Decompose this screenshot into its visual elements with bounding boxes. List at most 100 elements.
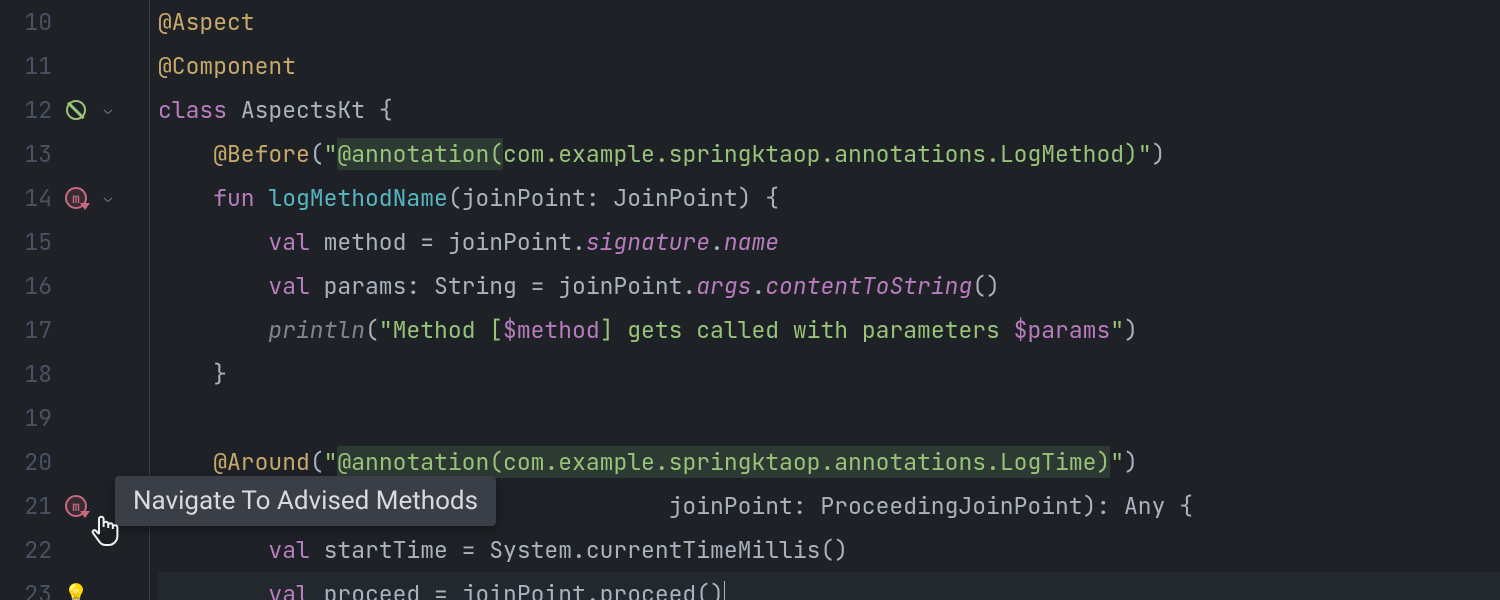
token-punc: (joinPoint: JoinPoint) { bbox=[448, 183, 779, 213]
token-key: val bbox=[268, 227, 323, 257]
line-number: 13 bbox=[0, 139, 60, 169]
line-number: 19 bbox=[0, 403, 60, 433]
token-str: com.example.springktaop.annotations.LogM… bbox=[503, 139, 1152, 169]
token-key: val bbox=[268, 579, 323, 600]
token-prop: name bbox=[724, 227, 779, 257]
gutter-row: 19 bbox=[0, 396, 149, 440]
navigate-advised-methods-tooltip: Navigate To Advised Methods bbox=[115, 476, 496, 526]
line-number: 12 bbox=[0, 95, 60, 125]
code-line[interactable] bbox=[158, 396, 1500, 440]
token-punc: = joinPoint.proceed() bbox=[434, 579, 724, 600]
token-pad bbox=[158, 579, 268, 600]
code-line[interactable]: fun logMethodName(joinPoint: JoinPoint) … bbox=[158, 176, 1500, 220]
token-pad bbox=[158, 271, 268, 301]
token-prop: signature bbox=[586, 227, 710, 257]
token-ann: @Before bbox=[213, 139, 310, 169]
token-type: proceed bbox=[324, 579, 434, 600]
token-punc: . bbox=[710, 227, 724, 257]
line-number: 21 bbox=[0, 491, 60, 521]
token-type: params bbox=[324, 271, 407, 301]
token-pad bbox=[158, 359, 213, 389]
token-punc: ( bbox=[310, 139, 324, 169]
token-punc: ) bbox=[1124, 315, 1138, 345]
gutter-row: 15 bbox=[0, 220, 149, 264]
code-line[interactable]: } bbox=[158, 352, 1500, 396]
token-punc: () bbox=[972, 271, 1000, 301]
aop-advice-gutter-icon[interactable]: m bbox=[60, 495, 92, 517]
gutter-row: 18 bbox=[0, 352, 149, 396]
token-ann: @Around bbox=[213, 447, 310, 477]
token-key: val bbox=[268, 535, 323, 565]
token-str: "Method [ bbox=[379, 315, 503, 345]
token-println: println bbox=[268, 315, 365, 345]
token-punc: ( bbox=[310, 447, 324, 477]
code-line[interactable]: @Aspect bbox=[158, 0, 1500, 44]
line-number: 22 bbox=[0, 535, 60, 565]
token-punc: ) bbox=[1124, 447, 1138, 477]
class-gutter-icon[interactable] bbox=[60, 100, 92, 120]
token-key: fun bbox=[213, 183, 268, 213]
token-str: " bbox=[1110, 315, 1124, 345]
token-punc: joinPoint: ProceedingJoinPoint): Any { bbox=[669, 491, 1193, 521]
token-type: AspectsKt bbox=[241, 95, 379, 125]
gutter-row: 11 bbox=[0, 44, 149, 88]
token-type: startTime bbox=[324, 535, 462, 565]
code-line[interactable]: class AspectsKt { bbox=[158, 88, 1500, 132]
line-number: 15 bbox=[0, 227, 60, 257]
line-number: 16 bbox=[0, 271, 60, 301]
token-punc: ) bbox=[1152, 139, 1166, 169]
token-name: logMethodName bbox=[268, 183, 447, 213]
token-strh: @annotation( bbox=[337, 446, 503, 478]
token-pad bbox=[158, 183, 213, 213]
text-caret bbox=[724, 581, 726, 600]
token-str: ] gets called with parameters bbox=[600, 315, 1014, 345]
token-punc: { bbox=[379, 95, 393, 125]
token-tmpl: $params bbox=[1014, 315, 1111, 345]
token-punc: } bbox=[213, 359, 227, 389]
gutter-row: 16 bbox=[0, 264, 149, 308]
aop-advice-gutter-icon[interactable]: m bbox=[60, 187, 92, 209]
code-line[interactable]: println("Method [$method] gets called wi… bbox=[158, 308, 1500, 352]
token-punc: ( bbox=[365, 315, 379, 345]
token-punc: = System.currentTimeMillis() bbox=[462, 535, 848, 565]
line-number: 10 bbox=[0, 7, 60, 37]
gutter-row: 12 ⌄ bbox=[0, 88, 149, 132]
intention-bulb-icon[interactable]: 💡 bbox=[60, 581, 92, 600]
token-punc: = joinPoint. bbox=[420, 227, 586, 257]
token-pad bbox=[158, 315, 268, 345]
code-line[interactable]: val startTime = System.currentTimeMillis… bbox=[158, 528, 1500, 572]
token-pad bbox=[158, 535, 268, 565]
token-pad bbox=[158, 139, 213, 169]
line-number: 20 bbox=[0, 447, 60, 477]
token-prop: args bbox=[696, 271, 751, 301]
token-str: " bbox=[1110, 447, 1124, 477]
gutter-row: 23💡 bbox=[0, 572, 149, 600]
token-str: " bbox=[324, 139, 338, 169]
token-key: val bbox=[268, 271, 323, 301]
gutter-row: 13 bbox=[0, 132, 149, 176]
gutter-row: 22 bbox=[0, 528, 149, 572]
code-line[interactable]: val method = joinPoint.signature.name bbox=[158, 220, 1500, 264]
token-strh: @annotation( bbox=[337, 138, 503, 170]
token-pad bbox=[158, 447, 213, 477]
line-number: 11 bbox=[0, 51, 60, 81]
code-line[interactable]: val params: String = joinPoint.args.cont… bbox=[158, 264, 1500, 308]
gutter-row: 14m⌄ bbox=[0, 176, 149, 220]
code-line[interactable]: @Before("@annotation(com.example.springk… bbox=[158, 132, 1500, 176]
token-str: " bbox=[324, 447, 338, 477]
token-strh2: com.example.springktaop.annotations.LogT… bbox=[503, 446, 1110, 478]
token-prop: contentToString bbox=[765, 271, 972, 301]
fold-toggle[interactable]: ⌄ bbox=[92, 101, 124, 119]
token-type: method bbox=[324, 227, 421, 257]
gutter-row: 10 bbox=[0, 0, 149, 44]
code-line[interactable]: val proceed = joinPoint.proceed() bbox=[158, 572, 1500, 600]
token-ann: @Component bbox=[158, 51, 296, 81]
line-number: 18 bbox=[0, 359, 60, 389]
line-number: 17 bbox=[0, 315, 60, 345]
token-pad bbox=[158, 227, 268, 257]
token-ann: @Aspect bbox=[158, 7, 255, 37]
token-punc: . bbox=[751, 271, 765, 301]
fold-toggle[interactable]: ⌄ bbox=[92, 189, 124, 207]
token-tmpl: $method bbox=[503, 315, 600, 345]
code-line[interactable]: @Component bbox=[158, 44, 1500, 88]
